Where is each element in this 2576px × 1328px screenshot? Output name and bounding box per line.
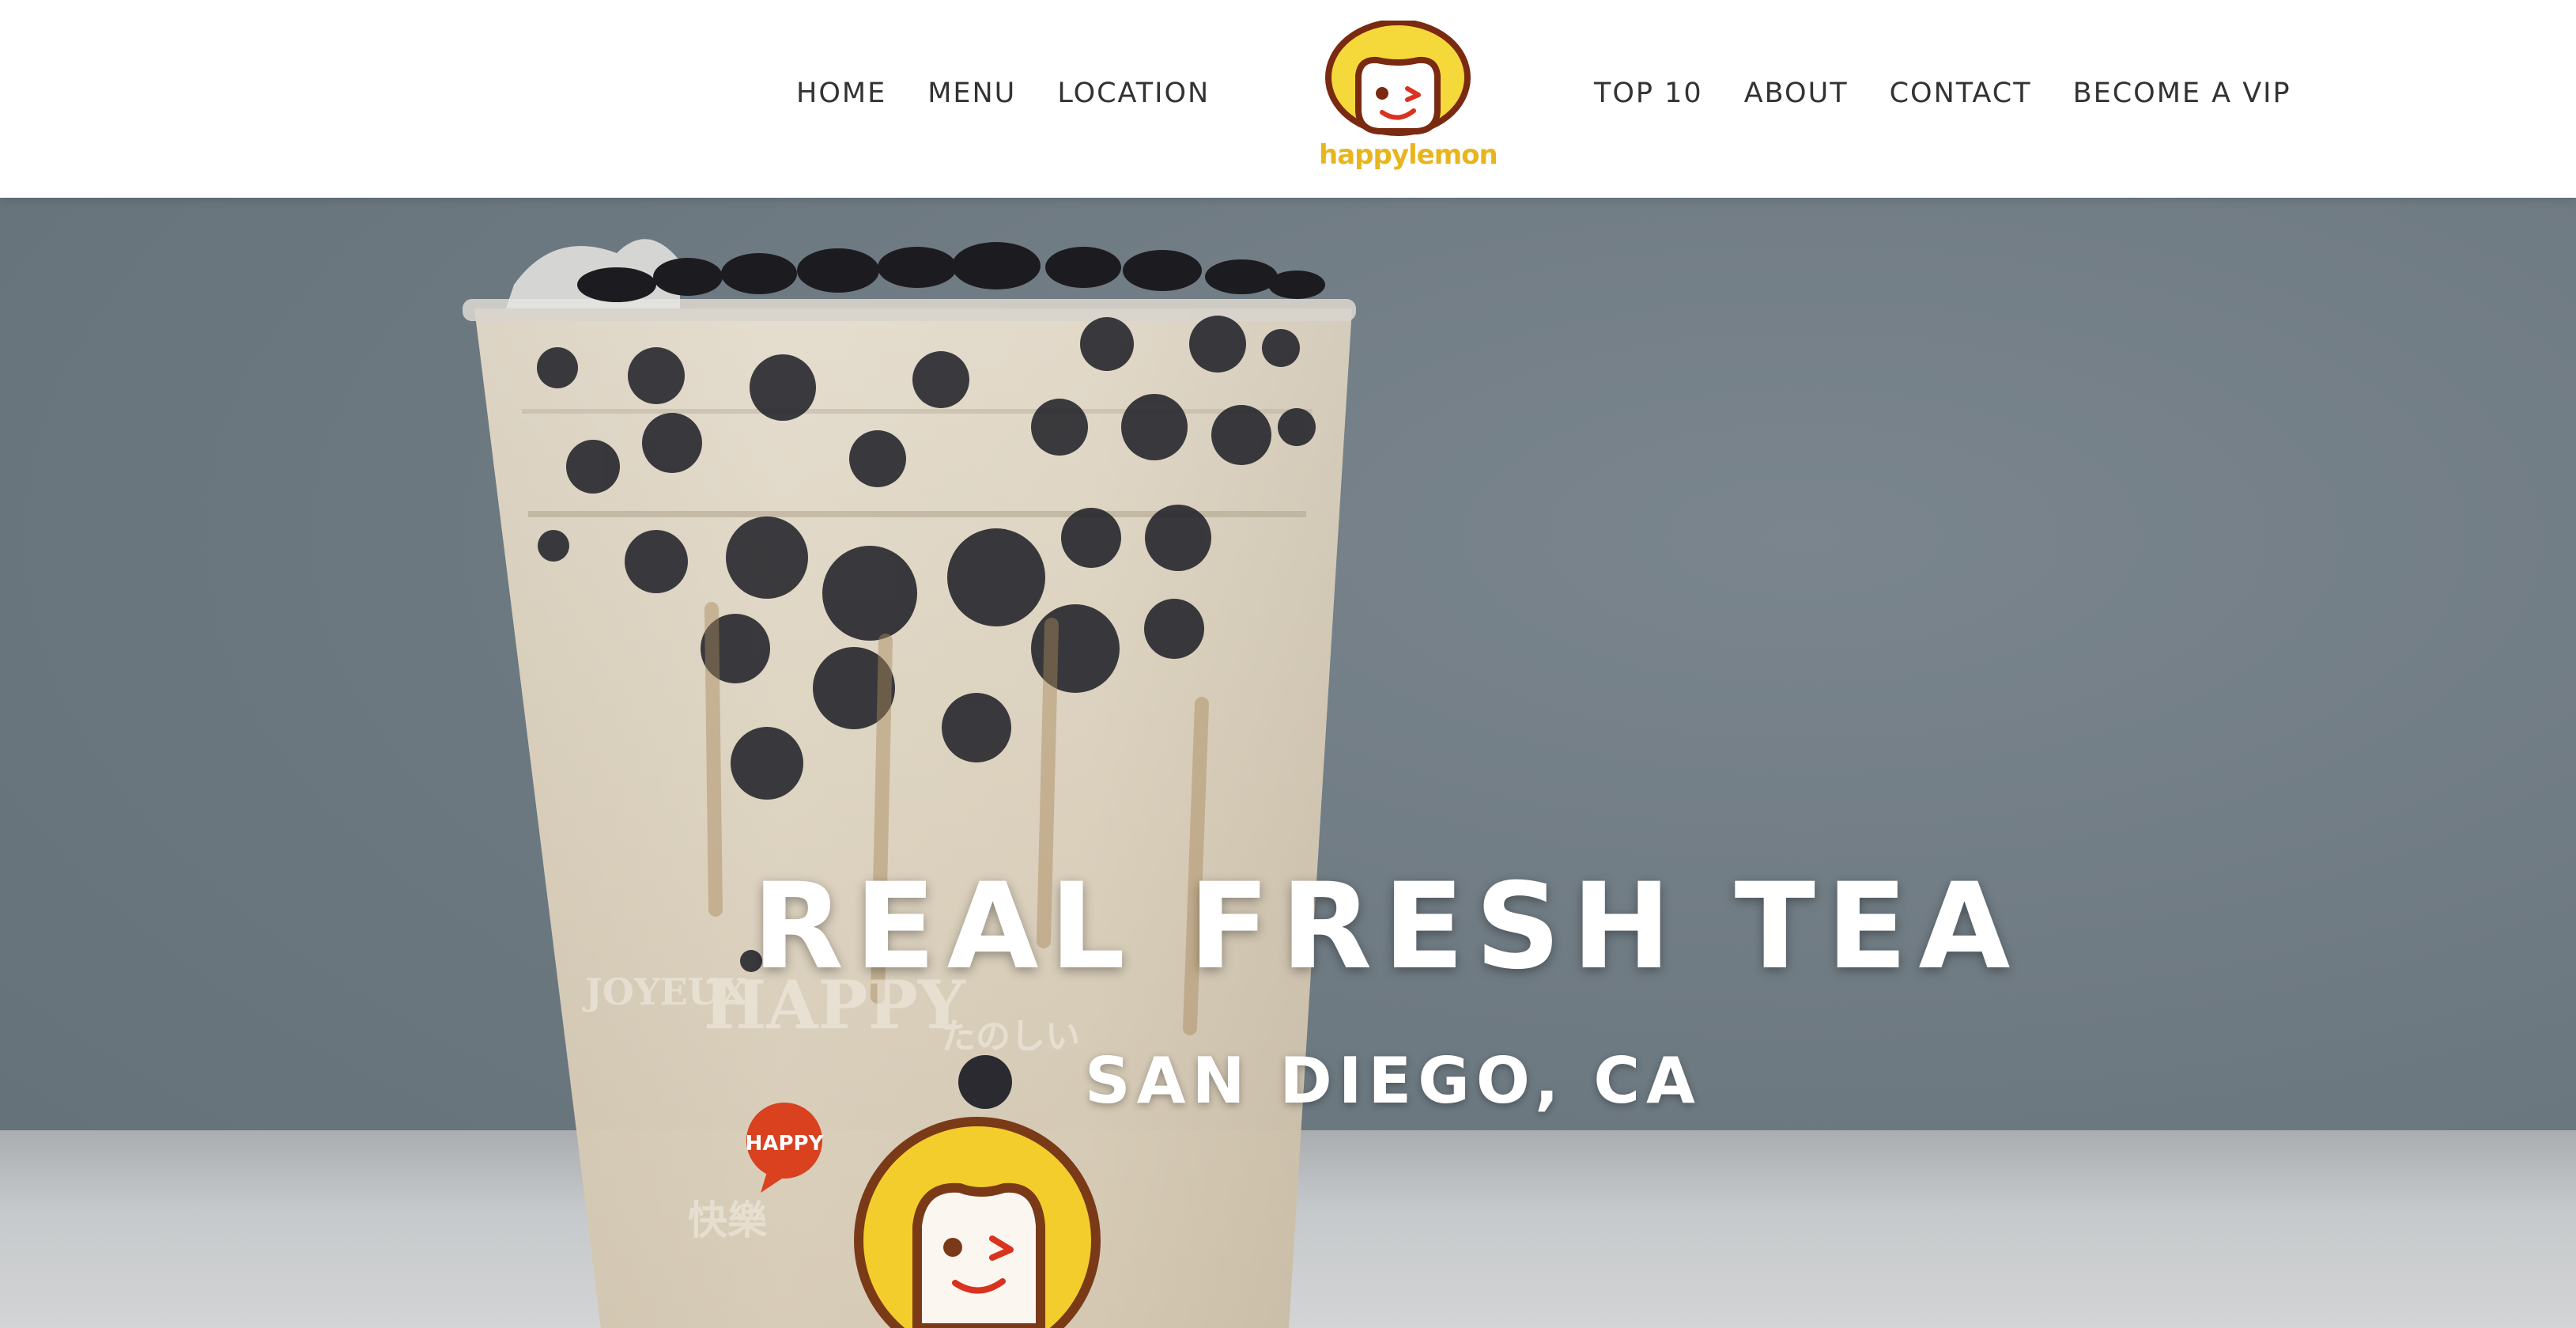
nav-location-link[interactable]: LOCATION [1057, 78, 1210, 109]
nav-menu-link[interactable]: MENU [927, 78, 1016, 109]
nav-right: TOP 10 ABOUT CONTACT BECOME A VIP [1594, 78, 2291, 109]
nav-become-vip-link[interactable]: BECOME A VIP [2073, 78, 2291, 109]
nav-contact-link[interactable]: CONTACT [1890, 78, 2032, 109]
happy-lemon-mascot-icon [1325, 21, 1471, 136]
nav-home-link[interactable]: HOME [796, 78, 886, 109]
cup-print-kuaile: 快樂 [688, 1197, 768, 1243]
bubble-tea-cup-image: HAPPY JOYEUX たのしい 快樂 HAPPY [463, 239, 1356, 1328]
nav-about-link[interactable]: ABOUT [1744, 78, 1849, 109]
happy-lemon-logo[interactable]: happylemon [1319, 21, 1498, 187]
logo-wordmark: happylemon [1319, 139, 1498, 171]
nav-left: HOME MENU LOCATION [796, 78, 1210, 109]
hero-subtitle: SAN DIEGO, CA [1085, 1044, 1702, 1118]
hero-section: HAPPY JOYEUX たのしい 快樂 HAPPY REAL FRESH TE… [0, 198, 2576, 1328]
site-header: HOME MENU LOCATION happylemon TOP 10 ABO… [0, 0, 2576, 198]
cup-badge-label: HAPPY [746, 1132, 825, 1156]
nav-top10-link[interactable]: TOP 10 [1594, 78, 1703, 109]
hero-title: REAL FRESH TEA [752, 858, 2022, 996]
